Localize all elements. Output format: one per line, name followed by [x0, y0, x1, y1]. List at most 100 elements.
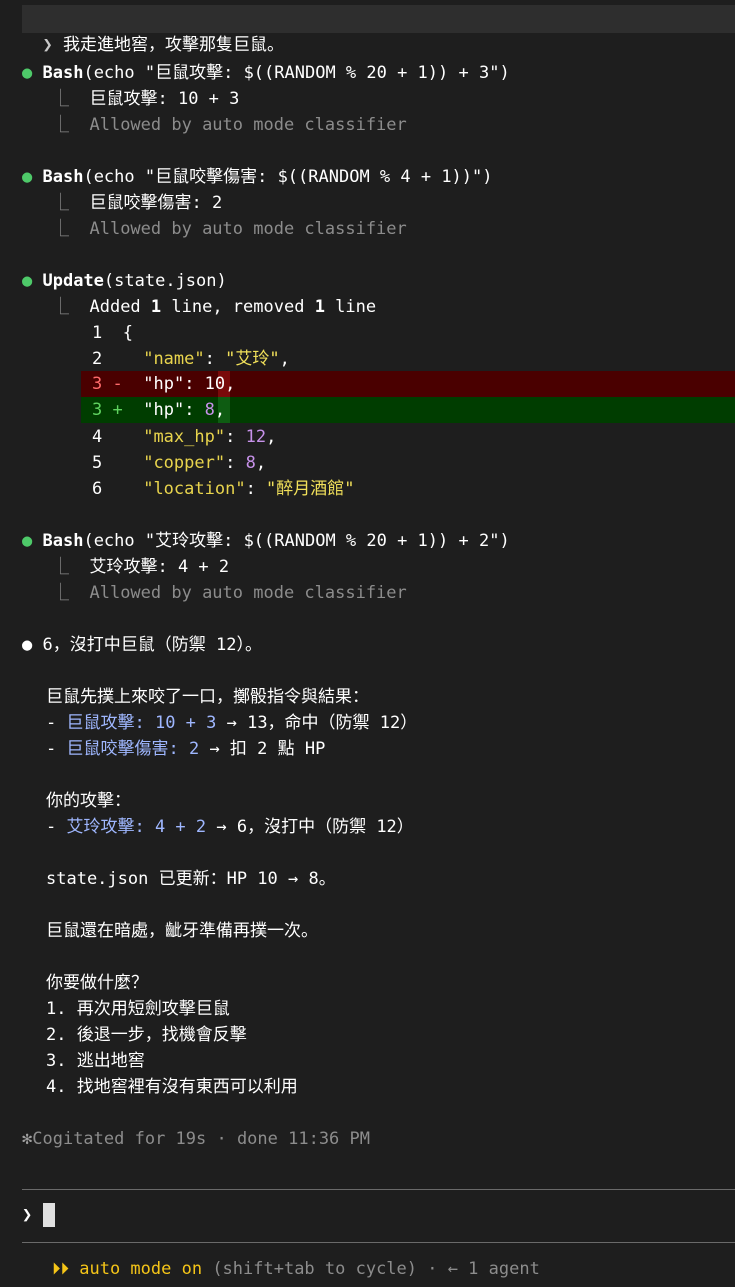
json-key: "copper" [143, 453, 226, 473]
success-dot-icon: ● [22, 63, 33, 83]
diff-line: 4 "max_hp": 12, [92, 424, 276, 450]
json-end: , [214, 400, 226, 420]
prompt-input[interactable]: ❯ [22, 1202, 55, 1228]
response-paragraph: state.json 已更新：HP 10 → 8。 [46, 869, 336, 889]
tool-args: (echo "巨鼠咬擊傷害: $((RANDOM % 4 + 1))") [83, 167, 493, 187]
tool-call-update: ● Update(state.json) [22, 268, 227, 294]
tree-branch-icon: ⎿ [52, 115, 69, 135]
bullet-text: → 13，命中（防禦 12） [216, 713, 418, 733]
bullet-text: → 6，沒打中（防禦 12） [206, 817, 414, 837]
tool-permission: ⎿ Allowed by auto mode classifier [52, 216, 407, 242]
json-value: "艾玲" [225, 349, 280, 369]
diff-line: 1 { [92, 320, 133, 346]
json-key: "location" [143, 479, 246, 499]
tool-args: (state.json) [103, 271, 227, 291]
mode-hint: (shift+tab to cycle) · ← 1 agent [202, 1259, 540, 1279]
text-cursor [42, 1203, 55, 1227]
diff-plus: + [112, 400, 123, 420]
permission-text: Allowed by auto mode classifier [89, 115, 407, 135]
option-item-4: 4. 找地窖裡有沒有東西可以利用 [46, 1077, 298, 1097]
tool-output: ⎿ 巨鼠攻擊: 10 + 3 [52, 86, 239, 112]
json-end: , [225, 374, 236, 394]
added-count: 1 [150, 297, 162, 317]
response-bullet: - 巨鼠咬擊傷害: 2 → 扣 2 點 HP [46, 736, 325, 762]
line-number: 5 [92, 453, 103, 473]
json-value: "醉月酒館" [266, 479, 355, 499]
json-sep: : [184, 374, 205, 394]
tool-output: ⎿ 巨鼠咬擊傷害: 2 [52, 190, 222, 216]
option-item-2: 2. 後退一步，找機會反擊 [46, 1025, 247, 1045]
line-number: 1 [92, 323, 103, 343]
response-paragraph: 巨鼠先撲上來咬了一口，擲骰指令與結果： [46, 687, 369, 707]
tool-output: ⎿ 艾玲攻擊: 4 + 2 [52, 554, 229, 580]
code-text: { [122, 323, 133, 343]
tool-call-bash-2: ● Bash(echo "巨鼠咬擊傷害: $((RANDOM % 4 + 1))… [22, 164, 493, 190]
line-number: 2 [92, 349, 103, 369]
response-line: 6，沒打中巨鼠（防禦 12）。 [42, 635, 262, 655]
json-key: "name" [143, 349, 205, 369]
bullet-dash: - [46, 817, 67, 837]
json-sep: : [204, 349, 226, 369]
diff-summary: ⎿ Added 1 line, removed 1 line [52, 294, 376, 320]
json-end: , [266, 427, 277, 447]
line-number: 6 [92, 479, 103, 499]
tree-branch-icon: ⎿ [52, 89, 69, 109]
json-end: , [279, 349, 290, 369]
tool-name: Bash [42, 531, 84, 551]
tool-args: (echo "巨鼠攻擊: $((RANDOM % 20 + 1)) + 3") [83, 63, 510, 83]
input-chevron-icon: ❯ [22, 1205, 33, 1225]
diff-line-added: 3 + "hp": 8, [92, 397, 225, 423]
tool-args: (echo "艾玲攻擊: $((RANDOM % 20 + 1)) + 2") [83, 531, 510, 551]
tool-call-bash-1: ● Bash(echo "巨鼠攻擊: $((RANDOM % 20 + 1)) … [22, 60, 510, 86]
diff-line: 2 "name": "艾玲", [92, 346, 290, 372]
diff-line-removed: 3 - "hp": 10, [92, 371, 235, 397]
option-item-3: 3. 逃出地窖 [46, 1051, 145, 1071]
bullet-dash: - [46, 739, 67, 759]
bullet-dash: - [46, 713, 67, 733]
input-bottom-border [22, 1242, 735, 1243]
json-key: "hp" [143, 400, 185, 420]
json-sep: : [225, 427, 246, 447]
tool-name: Bash [42, 167, 84, 187]
json-value: 8 [204, 400, 215, 420]
tool-output-text: 艾玲攻擊: 4 + 2 [89, 557, 230, 577]
json-key: "hp" [143, 374, 185, 394]
option-item-1: 1. 再次用短劍攻擊巨鼠 [46, 999, 230, 1019]
json-key: "max_hp" [143, 427, 226, 447]
json-end: , [255, 453, 267, 473]
message-dot-icon: ● [22, 635, 33, 655]
success-dot-icon: ● [22, 271, 33, 291]
line-number: 3 [92, 374, 103, 394]
diff-minus: - [112, 374, 123, 394]
diff-line: 5 "copper": 8, [92, 450, 266, 476]
summary-text: line, removed [161, 297, 315, 317]
response-bullet: - 艾玲攻擊: 4 + 2 → 6，沒打中（防禦 12） [46, 814, 414, 840]
summary-text: line [324, 297, 377, 317]
input-top-border [22, 1189, 735, 1190]
json-value: 12 [245, 427, 267, 447]
json-value: 10 [204, 374, 226, 394]
permission-text: Allowed by auto mode classifier [89, 219, 407, 239]
mode-label[interactable]: auto mode on [79, 1259, 202, 1279]
fast-forward-icon: ⏵⏵ [52, 1259, 69, 1279]
response-paragraph: 你要做什麼？ [46, 973, 148, 993]
user-prompt: ❯ 我走進地窖，攻擊那隻巨鼠。 [22, 6, 284, 55]
tree-branch-icon: ⎿ [52, 193, 69, 213]
tool-call-bash-3: ● Bash(echo "艾玲攻擊: $((RANDOM % 20 + 1)) … [22, 528, 510, 554]
json-sep: : [184, 400, 205, 420]
inline-code: 巨鼠咬擊傷害: 2 [66, 739, 200, 759]
bullet-text: → 扣 2 點 HP [199, 739, 326, 759]
success-dot-icon: ● [22, 167, 33, 187]
tool-permission: ⎿ Allowed by auto mode classifier [52, 580, 407, 606]
tree-branch-icon: ⎿ [52, 557, 69, 577]
diff-line: 6 "location": "醉月酒館" [92, 476, 355, 502]
tool-name: Update [42, 271, 104, 291]
line-number: 4 [92, 427, 103, 447]
json-value: 8 [245, 453, 256, 473]
removed-count: 1 [314, 297, 325, 317]
prompt-chevron-icon: ❯ [42, 35, 53, 55]
tree-branch-icon: ⎿ [52, 583, 69, 603]
json-sep: : [245, 479, 267, 499]
json-sep: : [225, 453, 246, 473]
response-bullet: - 巨鼠攻擊: 10 + 3 → 13，命中（防禦 12） [46, 710, 417, 736]
